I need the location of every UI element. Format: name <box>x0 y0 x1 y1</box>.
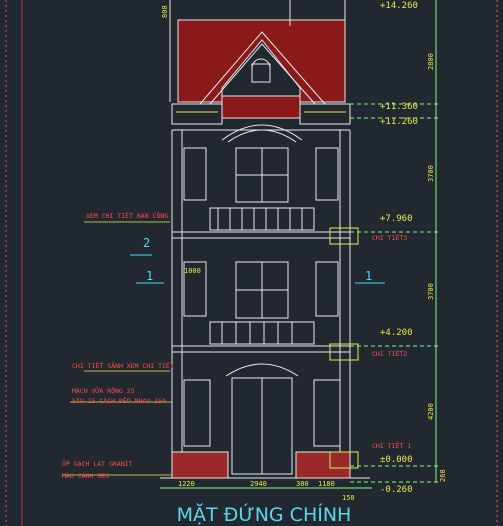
level-label: +11.260 <box>380 117 418 127</box>
annotation-tile-2: MÀU CÁNH SEN <box>62 471 109 480</box>
window-3f-left <box>183 147 207 201</box>
level-label: +11.360 <box>380 102 418 112</box>
annotation-canopy: CHI TIẾT SẢNH XEM CHI TIẾT <box>72 361 174 370</box>
roof-front-tiles <box>221 95 301 119</box>
annotation-detail3: CHI TIẾT3 <box>372 233 407 242</box>
vertical-dim: 3700 <box>427 283 435 300</box>
facade <box>160 124 370 479</box>
attic-window <box>251 63 271 83</box>
window-3f-right <box>315 147 339 201</box>
balcony-2f <box>209 321 315 345</box>
vertical-dim: 4200 <box>427 403 435 420</box>
window-2f-right <box>315 261 339 317</box>
level-label: +7.960 <box>380 214 413 224</box>
ground-window-left <box>183 379 211 447</box>
bottom-dim: 1180 <box>318 480 335 488</box>
bottom-dim: 150 <box>342 494 355 502</box>
annotation-balcony: XEM CHI TIẾT BAN CÔNG <box>86 211 168 220</box>
balcony-3f <box>209 207 315 231</box>
plinth-brick-left <box>171 451 229 479</box>
level-label: ±0.000 <box>380 455 413 465</box>
elevation-drawing: +14.260 +11.360 +11.260 +7.960 +4.200 ±0… <box>5 0 498 526</box>
bottom-dim: 1220 <box>178 480 195 488</box>
ground-window-right <box>313 379 341 447</box>
vertical-dim: 2800 <box>427 53 435 70</box>
bottom-dim: 300 <box>296 480 309 488</box>
annotation-mortar-1: MẠCH VỮA RỘNG 25 <box>72 386 135 395</box>
vertical-dim: 260 <box>439 469 447 482</box>
axis-label: 2 <box>143 236 150 250</box>
roof <box>169 0 346 119</box>
annotation-tile-1: ỐP GẠCH LÁT GRANIT <box>62 459 133 468</box>
vertical-dim: 3700 <box>427 165 435 182</box>
plinth-brick-right <box>295 451 351 479</box>
level-label: -0.260 <box>380 485 413 495</box>
annotation-detail2: CHI TIẾT2 <box>372 349 407 358</box>
level-label: +14.260 <box>380 1 418 11</box>
level-label: +4.200 <box>380 328 413 338</box>
bottom-dim: 2940 <box>250 480 267 488</box>
drawing-title: MẶT ĐỨNG CHÍNH <box>177 502 352 526</box>
window-dim: 1000 <box>184 267 201 275</box>
axis-label: 1 <box>146 269 153 283</box>
cad-drawing-canvas: +14.260 +11.360 +11.260 +7.960 +4.200 ±0… <box>0 0 503 526</box>
axis-label: 1 <box>365 269 372 283</box>
annotation-detail1: CHI TIẾT 1 <box>372 441 411 450</box>
roof-dim: 800 <box>161 5 169 18</box>
annotation-mortar-2: SÂU 15 CÁCH ĐỀU NHAU 350 <box>72 396 166 405</box>
